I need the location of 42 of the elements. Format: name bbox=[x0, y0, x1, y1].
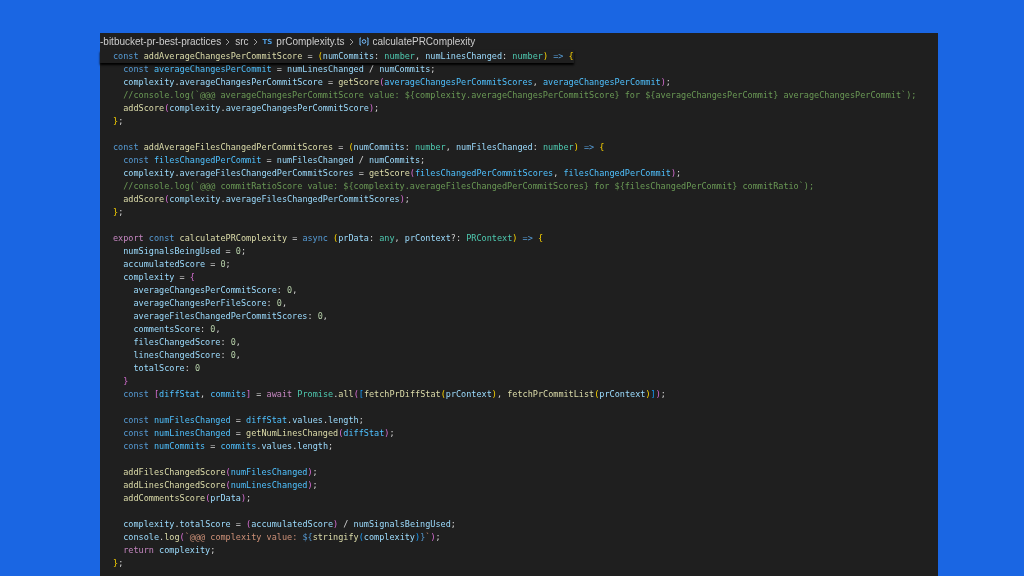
chevron-icon bbox=[348, 37, 355, 46]
breadcrumb-item[interactable]: prComplexity.ts bbox=[276, 36, 345, 47]
code-line: export const calculatePRComplexity = async (prData: any, prContext?: PRContext) => { bbox=[113, 232, 543, 245]
code-line: averageChangesPerCommitScore: 0, bbox=[132, 284, 298, 297]
code-line: const [diffStat, commits] = await Promise.all([fetchPrDiffStat(prContext), fetchPrCommitList(prContext)]); bbox=[122, 388, 666, 401]
breadcrumb-item[interactable]: src bbox=[235, 36, 249, 47]
code-line: addScore(complexity.averageChangesPerCommitScore); bbox=[122, 102, 380, 115]
code-line: filesChangedScore: 0, bbox=[132, 336, 241, 349]
code-line: }; bbox=[113, 206, 124, 219]
code-line: const filesChangedPerCommit = numFilesChanged / numCommits; bbox=[122, 154, 426, 167]
code-line: }; bbox=[113, 115, 124, 128]
code-line: //console.log(`@@@ averageChangesPerCommitScore value: ${complexity.averageChangesPerCommitScore} for ${averageChangesPerCommit} averageChangesPerCommit`); bbox=[122, 89, 917, 102]
code-line: const averageChangesPerCommit = numLinesChanged / numCommits; bbox=[122, 63, 436, 76]
chevron-icon bbox=[225, 37, 232, 46]
code-line: //console.log(`@@@ commitRatioScore value: ${complexity.averageFilesChangedPerCommitScores} for ${filesChangedPerCommit} commitRatio`); bbox=[122, 180, 815, 193]
code-line: addCommentsScore(prData); bbox=[122, 492, 252, 505]
code-line: } bbox=[122, 375, 129, 388]
code-line: accumulatedScore = 0; bbox=[122, 258, 231, 271]
code-line: linesChangedScore: 0, bbox=[132, 349, 241, 362]
code-line: return complexity; bbox=[122, 544, 216, 557]
code-line: complexity.totalScore = (accumulatedScore) / numSignalsBeingUsed; bbox=[122, 518, 456, 531]
code-line: const addAverageFilesChangedPerCommitScores = (numCommits: number, numFilesChanged: number) => { bbox=[113, 141, 605, 154]
chevron-icon bbox=[252, 37, 259, 46]
code-line: commentsScore: 0, bbox=[132, 323, 221, 336]
code-line: averageChangesPerFileScore: 0, bbox=[132, 297, 288, 310]
code-line: const numCommits = commits.values.length; bbox=[122, 440, 334, 453]
breadcrumb-item[interactable]: calculatePRComplexity bbox=[372, 36, 476, 47]
code-line: const numLinesChanged = getNumLinesChanged(diffStat); bbox=[122, 427, 395, 440]
code-line: complexity.averageFilesChangedPerCommitScores = getScore(filesChangedPerCommitScores, filesChangedPerCommit); bbox=[122, 167, 682, 180]
code-line: totalScore: 0 bbox=[132, 362, 201, 375]
code-line: addScore(complexity.averageFilesChangedPerCommitScores); bbox=[122, 193, 410, 206]
code-line: addFilesChangedScore(numFilesChanged); bbox=[122, 466, 318, 479]
code-line: complexity = { bbox=[122, 271, 195, 284]
code-line: }; bbox=[113, 557, 124, 570]
code-line: averageFilesChangedPerCommitScores: 0, bbox=[132, 310, 328, 323]
code-line: console.log(`@@@ complexity value: ${stringify(complexity)}`); bbox=[122, 531, 441, 544]
symbol-icon bbox=[358, 37, 369, 46]
code-line: numSignalsBeingUsed = 0; bbox=[122, 245, 247, 258]
code-line: complexity.averageChangesPerCommitScore = getScore(averageChangesPerCommitScores, averageChangesPerCommit); bbox=[122, 76, 671, 89]
code-line: const numFilesChanged = diffStat.values.length; bbox=[122, 414, 364, 427]
code-line: addLinesChangedScore(numLinesChanged); bbox=[122, 479, 318, 492]
breadcrumb-item[interactable]: -bitbucket-pr-best-practices bbox=[100, 36, 222, 47]
